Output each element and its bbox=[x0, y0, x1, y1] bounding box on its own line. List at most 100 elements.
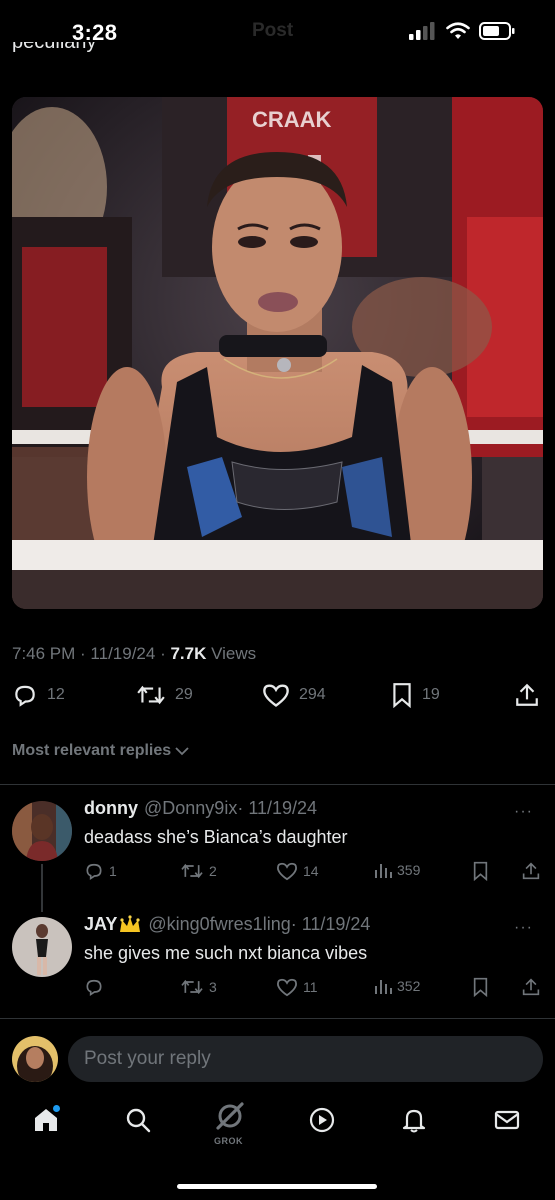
notification-dot bbox=[53, 1105, 60, 1112]
reply-date: · 11/19/24 bbox=[237, 798, 318, 818]
bookmark-icon bbox=[473, 977, 488, 997]
reply-text: she gives me such nxt bianca vibes bbox=[84, 943, 368, 963]
reply-count: 1 bbox=[109, 863, 117, 879]
views-icon bbox=[375, 864, 392, 878]
nav-search[interactable] bbox=[124, 1106, 152, 1139]
reply-action-bar: 3 11 352 bbox=[84, 977, 544, 1001]
reply-author-handle[interactable]: @Donny9ix bbox=[144, 798, 237, 819]
reply-text: deadass she’s Bianca’s daughter bbox=[84, 827, 348, 847]
share-icon bbox=[522, 862, 540, 880]
nav-video[interactable] bbox=[308, 1106, 336, 1139]
more-options-button[interactable]: ··· bbox=[514, 803, 533, 821]
nav-messages[interactable] bbox=[493, 1106, 521, 1139]
post-time: 7:46 PM bbox=[12, 644, 76, 663]
repost-button[interactable]: 2 bbox=[180, 861, 217, 881]
nav-grok[interactable] bbox=[214, 1100, 246, 1137]
views-count: 352 bbox=[397, 978, 421, 994]
home-indicator bbox=[177, 1184, 377, 1189]
repost-count: 29 bbox=[175, 686, 193, 703]
avatar[interactable] bbox=[12, 801, 72, 861]
like-button[interactable]: 294 bbox=[262, 682, 326, 708]
reply-input-placeholder: Post your reply bbox=[84, 1048, 211, 1069]
reply-author-handle[interactable]: @king0fwres1ling bbox=[148, 914, 290, 935]
like-count: 294 bbox=[299, 686, 326, 703]
reply-header: donny @Donny9ix · 11/19/24 bbox=[84, 798, 317, 819]
post-text-cut-off: peculiarly bbox=[12, 42, 97, 53]
post-media-image[interactable]: CRAAK H bbox=[12, 97, 543, 609]
share-icon bbox=[516, 683, 538, 706]
like-button[interactable]: 11 bbox=[276, 977, 318, 997]
thread-connector-line bbox=[41, 864, 43, 912]
share-button[interactable] bbox=[522, 977, 540, 997]
views-count: 359 bbox=[397, 862, 421, 878]
reply-count: 12 bbox=[47, 686, 65, 703]
wrestler-photo: CRAAK H bbox=[12, 97, 543, 609]
play-icon bbox=[309, 1107, 335, 1133]
views-label: Views bbox=[211, 644, 257, 663]
avatar[interactable] bbox=[12, 1036, 58, 1082]
grok-icon bbox=[216, 1102, 244, 1130]
more-options-button[interactable]: ··· bbox=[514, 919, 533, 937]
nav-grok-label: GROK bbox=[214, 1136, 243, 1146]
post-action-bar: 12 29 294 19 bbox=[0, 682, 555, 716]
views-button[interactable]: 352 bbox=[374, 977, 420, 995]
repost-count: 2 bbox=[209, 863, 217, 879]
like-button[interactable]: 14 bbox=[276, 861, 319, 881]
reply-button[interactable] bbox=[84, 977, 109, 997]
like-icon bbox=[276, 978, 298, 997]
repost-icon bbox=[137, 685, 165, 705]
section-label: Most relevant replies bbox=[12, 742, 172, 759]
reply-author-name[interactable]: JAY bbox=[84, 914, 117, 935]
mail-icon bbox=[494, 1110, 520, 1130]
views-icon bbox=[375, 980, 392, 994]
views-button[interactable]: 359 bbox=[374, 861, 420, 879]
signal-icon bbox=[409, 22, 435, 40]
views-count: 7.7K bbox=[170, 644, 207, 663]
repost-button[interactable]: 3 bbox=[180, 977, 217, 997]
repost-button[interactable]: 29 bbox=[136, 682, 193, 708]
reply-author-name[interactable]: donny bbox=[84, 798, 138, 819]
reply-header: JAY @king0fwres1ling · 11/19/24 bbox=[84, 914, 370, 935]
bookmark-button[interactable] bbox=[472, 861, 489, 881]
repost-icon bbox=[181, 979, 203, 995]
sort-replies-dropdown[interactable]: Most relevant replies bbox=[12, 742, 189, 760]
bookmark-button[interactable]: 19 bbox=[391, 682, 440, 708]
reply-button[interactable]: 1 bbox=[84, 861, 117, 881]
bookmark-count: 19 bbox=[422, 686, 440, 703]
status-icons bbox=[409, 22, 515, 40]
reply-input[interactable]: Post your reply bbox=[68, 1036, 543, 1082]
reply-icon bbox=[86, 979, 102, 997]
reply-icon bbox=[15, 685, 35, 707]
header-title: Post bbox=[252, 20, 294, 41]
divider bbox=[0, 784, 555, 785]
share-button[interactable] bbox=[515, 682, 539, 708]
share-button[interactable] bbox=[522, 861, 540, 881]
repost-icon bbox=[181, 863, 203, 879]
reply-date: · 11/19/24 bbox=[290, 914, 371, 934]
chevron-down-icon bbox=[175, 747, 189, 756]
search-icon bbox=[126, 1108, 151, 1133]
wifi-icon bbox=[446, 22, 470, 39]
like-icon bbox=[263, 684, 289, 707]
battery-icon bbox=[479, 22, 515, 40]
reply-action-bar: 1 2 14 359 bbox=[84, 861, 544, 885]
share-icon bbox=[522, 978, 540, 996]
nav-notifications[interactable] bbox=[400, 1106, 428, 1139]
repost-count: 3 bbox=[209, 979, 217, 995]
crowd-shirt-print: CRAAK bbox=[252, 107, 332, 132]
reply-button[interactable]: 12 bbox=[12, 682, 65, 708]
post-meta: 7:46 PM · 11/19/24 · 7.7K Views bbox=[12, 644, 257, 663]
bell-icon bbox=[402, 1109, 426, 1133]
post-date: 11/19/24 bbox=[90, 644, 156, 663]
like-icon bbox=[276, 862, 298, 881]
bookmark-button[interactable] bbox=[472, 977, 489, 997]
bookmark-icon bbox=[473, 861, 488, 881]
reply-icon bbox=[86, 863, 102, 881]
like-count: 11 bbox=[303, 979, 318, 995]
bottom-nav bbox=[0, 1100, 555, 1150]
avatar[interactable] bbox=[12, 917, 72, 977]
crown-icon bbox=[120, 914, 141, 932]
bookmark-icon bbox=[393, 683, 411, 708]
like-count: 14 bbox=[303, 863, 319, 879]
divider bbox=[0, 1018, 555, 1019]
